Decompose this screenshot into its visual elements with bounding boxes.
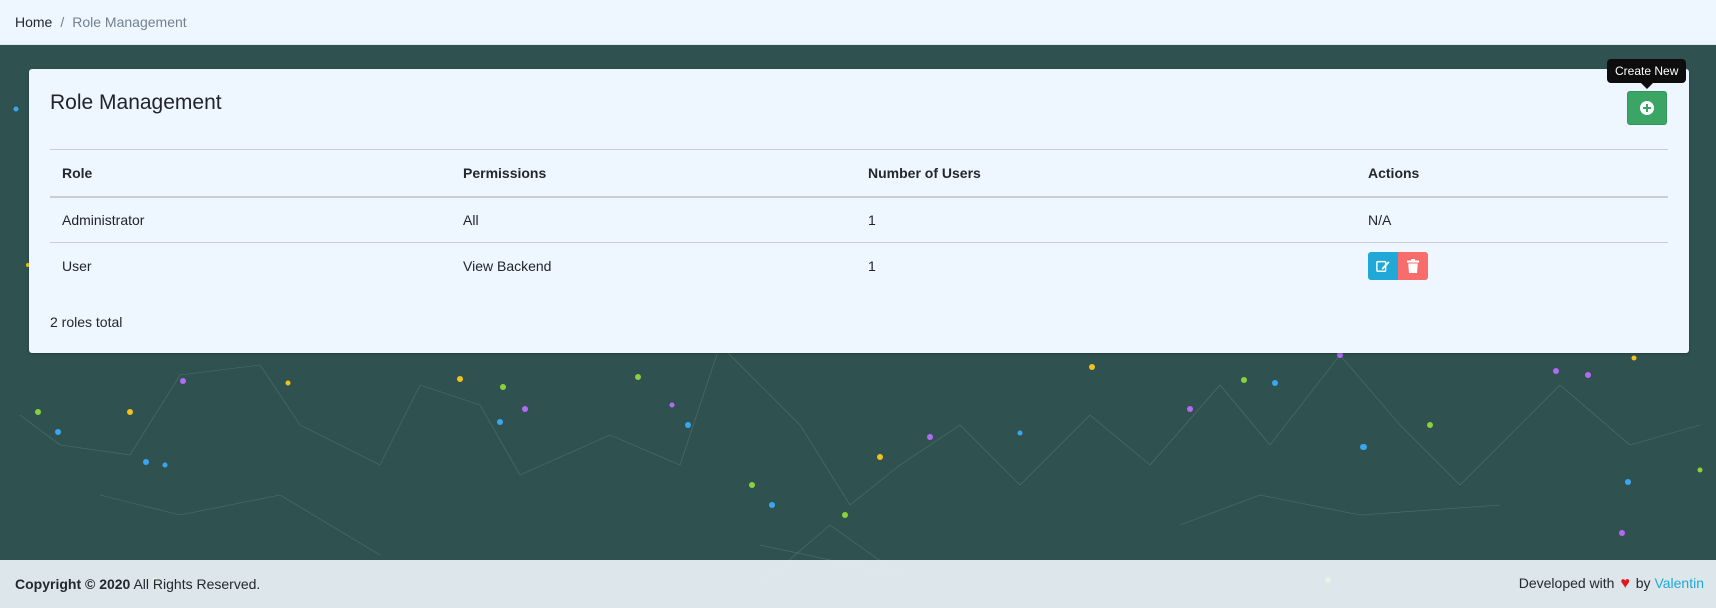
author-link[interactable]: Valentin <box>1654 575 1704 591</box>
plus-circle-icon <box>1640 101 1654 115</box>
page-title: Role Management <box>50 91 222 114</box>
footer-copyright: Copyright © 2020 All Rights Reserved. <box>15 576 260 592</box>
cell-role: User <box>62 257 92 274</box>
by-text: by <box>1635 575 1651 591</box>
cell-users: 1 <box>868 257 876 274</box>
edit-icon <box>1376 260 1390 272</box>
breadcrumb-separator: / <box>60 14 65 30</box>
breadcrumb-home-link[interactable]: Home <box>15 14 52 30</box>
heart-icon: ♥ <box>1620 575 1630 592</box>
cell-users: 1 <box>868 211 876 228</box>
cell-permissions: View Backend <box>463 257 552 274</box>
cell-actions <box>1356 243 1668 289</box>
header-actions: Actions <box>1368 164 1420 181</box>
cell-actions: N/A <box>1368 211 1392 228</box>
breadcrumb: Home / Role Management <box>0 0 1716 45</box>
developed-with-text: Developed with <box>1518 575 1615 591</box>
delete-role-button[interactable] <box>1398 251 1428 280</box>
footer: Copyright © 2020 All Rights Reserved. De… <box>0 560 1716 608</box>
table-row: User View Backend 1 <box>50 243 1668 289</box>
header-role: Role <box>62 164 93 181</box>
edit-role-button[interactable] <box>1368 251 1398 280</box>
roles-table: Role Permissions Number of Users Actions… <box>50 149 1668 289</box>
cell-role: Administrator <box>62 211 145 228</box>
cell-permissions: All <box>463 211 479 228</box>
roles-total-count: 2 roles total <box>50 314 123 330</box>
copyright-rights: All Rights Reserved. <box>133 576 261 592</box>
header-permissions: Permissions <box>463 164 547 181</box>
copyright-label: Copyright © 2020 <box>15 576 131 592</box>
create-new-tooltip: Create New <box>1607 59 1687 89</box>
table-row: Administrator All 1 N/A <box>50 197 1668 243</box>
header-number-of-users: Number of Users <box>868 164 981 181</box>
create-new-button[interactable] <box>1627 91 1667 125</box>
footer-credits: Developed with ♥ by Valentin <box>1519 575 1704 593</box>
trash-icon <box>1407 258 1419 273</box>
breadcrumb-current: Role Management <box>72 14 187 30</box>
role-management-card: Role Management Role Permissions Number … <box>29 69 1689 353</box>
table-header-row: Role Permissions Number of Users Actions <box>50 149 1668 197</box>
